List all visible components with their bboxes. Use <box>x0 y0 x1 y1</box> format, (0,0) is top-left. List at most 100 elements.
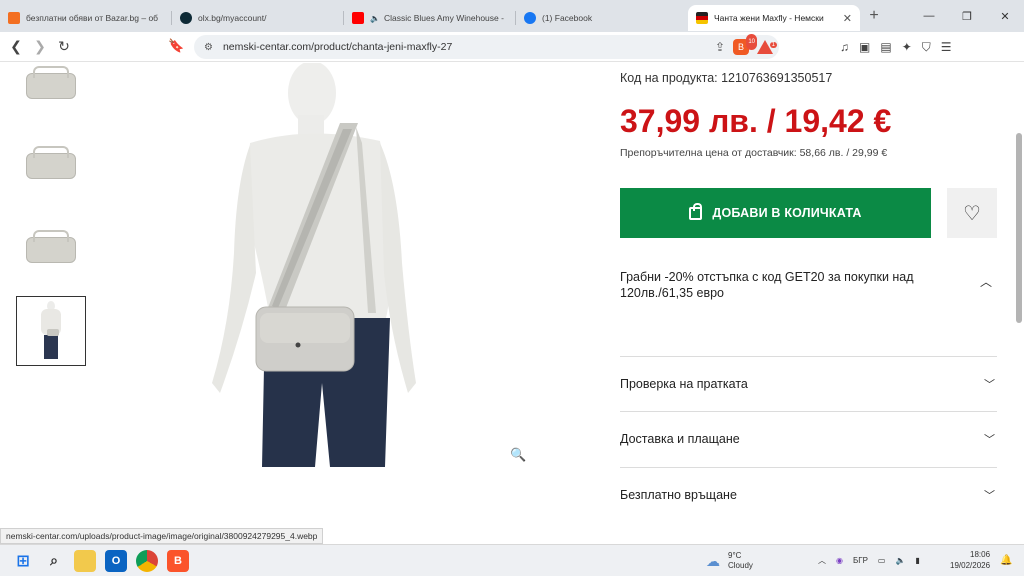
tab-title: Чанта жени Maxfly - Немски <box>714 13 824 23</box>
wishlist-button[interactable]: ♡ <box>947 188 997 238</box>
brave-shields-icon[interactable]: B 10 <box>733 34 757 55</box>
tab-nemski-centar[interactable]: Чанта жени Maxfly - Немски ✕ <box>688 5 860 31</box>
language-indicator[interactable]: БГР <box>853 556 868 565</box>
shields-count-badge: 10 <box>746 34 757 50</box>
back-icon[interactable]: ❮ <box>4 38 28 55</box>
main-product-image[interactable] <box>180 63 540 467</box>
outlook-icon[interactable]: O <box>105 549 127 572</box>
tab-title: безплатни обяви от Bazar.bg – об <box>26 13 159 23</box>
new-tab-button[interactable]: + <box>860 7 888 25</box>
product-price: 37,99 лв. / 19,42 € <box>620 103 892 139</box>
bag-thumbnail-image <box>26 66 76 99</box>
chrome-icon[interactable] <box>136 549 158 572</box>
forward-icon[interactable]: ❯ <box>28 38 52 55</box>
weather-temp: 9°C <box>728 551 742 560</box>
site-settings-icon[interactable]: ⚙ <box>204 42 213 53</box>
accordion-free-return[interactable]: Безплатно връщане ﹀ <box>620 487 997 503</box>
divider <box>620 411 997 412</box>
sidebar-icon[interactable]: ▣ <box>859 40 870 54</box>
network-icon[interactable]: ▭ <box>878 556 886 565</box>
wallet-icon[interactable]: ▤ <box>880 40 891 54</box>
search-icon[interactable]: ⌕ <box>43 550 65 572</box>
weather-widget[interactable]: ☁ 9°C Cloudy <box>706 551 753 571</box>
windows-start-icon[interactable]: ⊞ <box>12 550 34 572</box>
bag-thumbnail-image <box>26 146 76 179</box>
clock-date: 19/02/2026 <box>950 561 991 570</box>
system-tray: ︿ ◉ БГР ▭ 🔈 ▮ <box>818 555 920 566</box>
accordion-label: Безплатно връщане <box>620 488 737 502</box>
cloud-icon: ☁ <box>706 553 720 569</box>
tab-olx[interactable]: olx.bg/myaccount/ <box>172 5 344 31</box>
volume-icon[interactable]: 🔈 <box>895 556 905 565</box>
chevron-down-icon: ﹀ <box>984 434 995 446</box>
notification-bell-icon[interactable]: 🔔 <box>1000 555 1012 566</box>
toolbar-right: ♫ ▣ ▤ ✦ ⛉ ☰ <box>840 32 952 62</box>
divider <box>620 467 997 468</box>
heart-icon: ♡ <box>963 202 981 225</box>
accordion-label: Доставка и плащане <box>620 432 740 446</box>
product-code: Код на продукта: 1210763691350517 <box>620 71 833 85</box>
nemski-centar-favicon-icon <box>696 12 708 24</box>
minimize-button[interactable]: — <box>910 10 948 23</box>
youtube-favicon-icon <box>352 12 364 24</box>
navigation-bar: ❮ ❯ ↻ 🔖 ⚙ nemski-centar.com/product/chan… <box>0 32 1024 62</box>
page-scrollbar[interactable] <box>1016 133 1022 323</box>
speaker-icon[interactable]: 🔈 <box>370 14 380 23</box>
app-tray-icon[interactable]: ◉ <box>836 556 843 565</box>
brave-browser-icon[interactable]: B <box>167 549 189 572</box>
add-to-cart-button[interactable]: ДОБАВИ В КОЛИЧКАТА <box>620 188 931 238</box>
close-window-button[interactable]: ✕ <box>986 10 1024 23</box>
address-bar[interactable]: ⚙ nemski-centar.com/product/chanta-jeni-… <box>194 34 779 59</box>
accordion-label: Проверка на пратката <box>620 377 748 391</box>
link-status-bar: nemski-centar.com/uploads/product-image/… <box>0 528 324 544</box>
weather-desc: Cloudy <box>728 561 753 570</box>
battery-icon[interactable]: ▮ <box>915 556 919 565</box>
accordion-parcel-check[interactable]: Проверка на пратката ﹀ <box>620 376 997 392</box>
add-to-cart-label: ДОБАВИ В КОЛИЧКАТА <box>712 206 862 220</box>
product-thumbnail[interactable] <box>16 215 86 285</box>
zoom-icon[interactable]: 🔍 <box>510 447 526 463</box>
tab-bar: безплатни обяви от Bazar.bg – об olx.bg/… <box>0 0 1024 32</box>
tab-title: (1) Facebook <box>542 13 593 23</box>
product-page: 🔍 Код на продукта: 1210763691350517 37,9… <box>0 63 1024 543</box>
close-tab-icon[interactable]: ✕ <box>843 12 852 25</box>
product-thumbnail-selected[interactable] <box>16 296 86 366</box>
olx-favicon-icon <box>180 12 192 24</box>
brave-rewards-icon[interactable]: 1 <box>757 40 777 54</box>
divider <box>620 356 997 357</box>
clock-time: 18:06 <box>970 550 991 559</box>
recommended-price: Препоръчителна цена от доставчик: 58,66 … <box>620 147 888 159</box>
shopping-bag-icon <box>689 202 703 220</box>
bazar-favicon-icon <box>8 12 20 24</box>
tab-youtube[interactable]: 🔈 Classic Blues Amy Winehouse - <box>344 5 516 31</box>
file-explorer-icon[interactable] <box>74 549 96 572</box>
chevron-down-icon: ﹀ <box>984 379 995 391</box>
clock[interactable]: 18:06 19/02/2026 <box>950 549 990 571</box>
menu-icon[interactable]: ☰ <box>941 40 952 54</box>
chevron-up-icon[interactable]: ︿ <box>818 555 826 566</box>
accordion-delivery-payment[interactable]: Доставка и плащане ﹀ <box>620 431 997 447</box>
share-icon[interactable]: ⇪ <box>715 40 725 54</box>
tab-title: Classic Blues Amy Winehouse - <box>383 13 504 23</box>
window-controls: — ❐ ✕ <box>910 10 1024 23</box>
vpn-icon[interactable]: ⛉ <box>922 40 931 55</box>
chevron-down-icon: ﹀ <box>984 490 995 502</box>
product-thumbnail[interactable] <box>16 131 86 201</box>
reload-icon[interactable]: ↻ <box>52 38 76 55</box>
tab-facebook[interactable]: (1) Facebook <box>516 5 688 31</box>
maximize-button[interactable]: ❐ <box>948 10 986 23</box>
model-thumbnail-image <box>39 301 63 361</box>
url-text[interactable]: nemski-centar.com/product/chanta-jeni-ma… <box>223 41 452 53</box>
chevron-up-icon[interactable]: ︿ <box>980 273 992 290</box>
promo-text[interactable]: Грабни -20% отстъпка с код GET20 за поку… <box>620 269 940 301</box>
product-thumbnail[interactable] <box>16 63 86 121</box>
address-bar-icons: ⇪ B 10 1 <box>715 34 779 55</box>
tab-title: olx.bg/myaccount/ <box>198 13 267 23</box>
leo-ai-icon[interactable]: ✦ <box>902 40 912 54</box>
media-icon[interactable]: ♫ <box>840 40 849 54</box>
bookmark-icon[interactable]: 🔖 <box>168 38 184 54</box>
windows-taskbar: ⊞ ⌕ O B ☁ 9°C Cloudy ︿ ◉ БГР ▭ 🔈 ▮ 18:06… <box>0 544 1024 576</box>
facebook-favicon-icon <box>524 12 536 24</box>
bag-thumbnail-image <box>26 230 76 263</box>
tab-bazar[interactable]: безплатни обяви от Bazar.bg – об <box>0 5 172 31</box>
